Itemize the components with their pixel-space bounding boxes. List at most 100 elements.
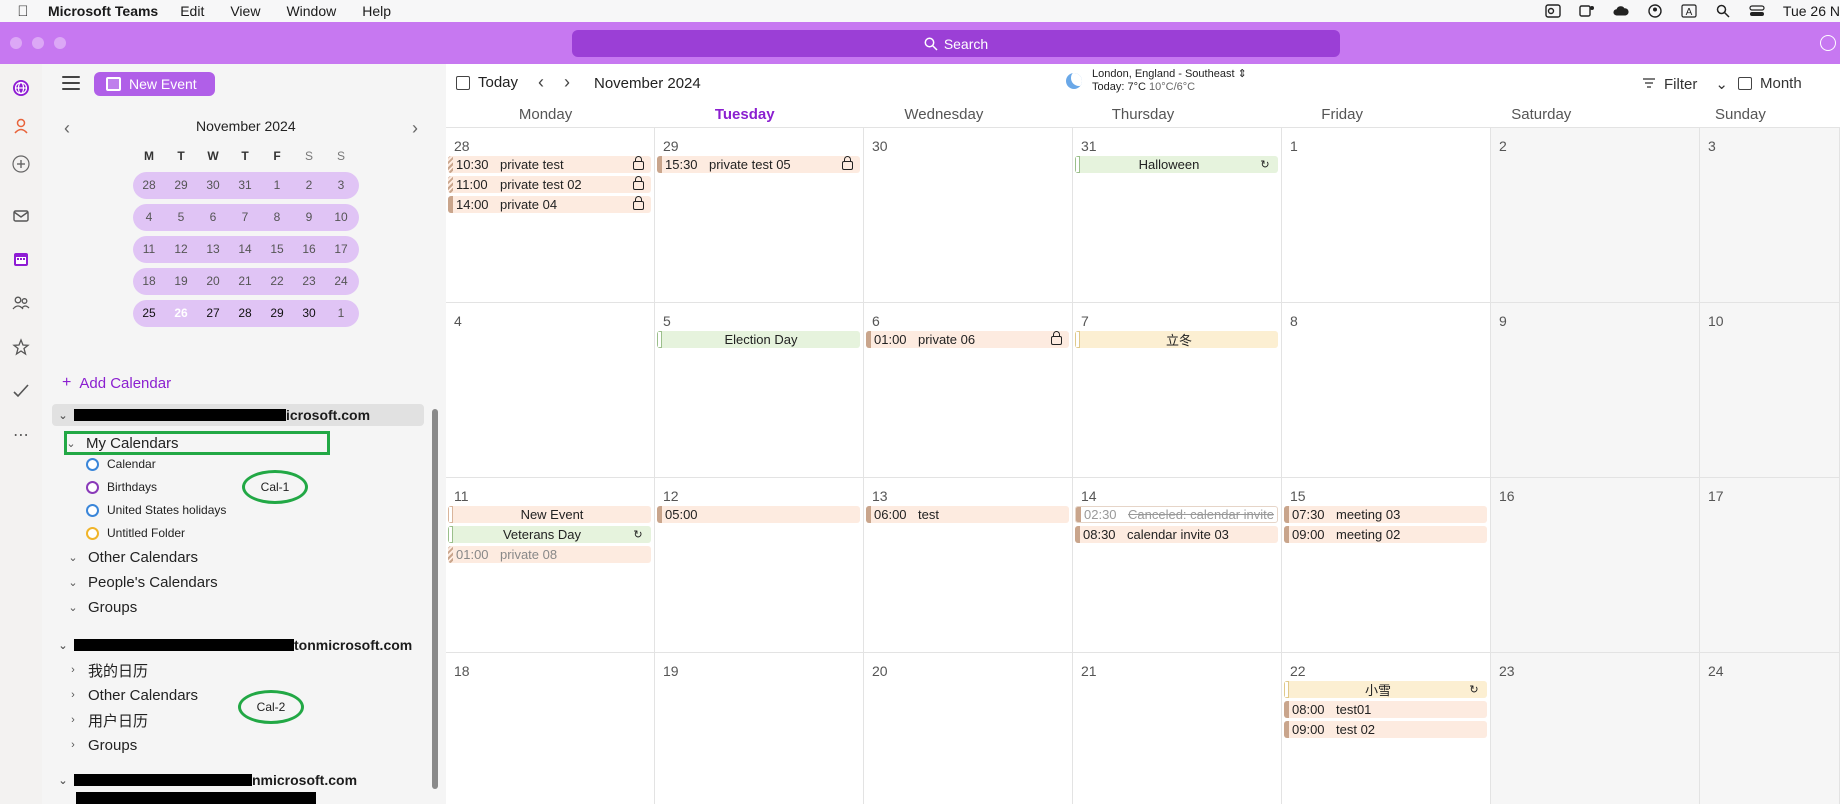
day-cell[interactable]: 10 [1700,303,1840,478]
minimize-window-button[interactable] [32,37,44,49]
day-cell[interactable]: 7 立冬 [1073,303,1282,478]
calendar-event[interactable]: 01:00 private 08 [448,546,651,563]
day-cell[interactable]: 31 Halloween ↻ [1073,128,1282,303]
menu-help[interactable]: Help [362,3,391,19]
mini-calendar-day[interactable]: 29 [165,172,197,199]
menu-view[interactable]: View [230,3,260,19]
search-input[interactable]: Search [572,30,1340,57]
mini-calendar-day[interactable]: 25 [133,300,165,327]
mini-calendar-day[interactable]: 15 [261,236,293,263]
calendar-event[interactable]: 小雪 ↻ [1284,681,1487,698]
calendar-event[interactable]: 02:30 Canceled: calendar invite [1075,506,1278,523]
user-calendar-cn-group[interactable]: › 用户日历 [64,709,148,731]
day-cell[interactable]: 21 [1073,653,1282,804]
mini-calendar-day[interactable]: 30 [293,300,325,327]
day-cell[interactable]: 17 [1700,478,1840,653]
my-calendar-cn-group[interactable]: › 我的日历 [64,659,148,681]
account-header-3[interactable]: ⌄ nmicrosoft.com [52,769,357,791]
mini-calendar-day[interactable]: 12 [165,236,197,263]
filter-button[interactable]: Filter ⌄ [1642,75,1728,93]
calendar-item-us-holidays[interactable]: United States holidays [86,500,226,520]
calendar-event[interactable]: 08:00 test01 [1284,701,1487,718]
day-cell[interactable]: 16 [1491,478,1700,653]
mini-calendar-day[interactable]: 19 [165,268,197,295]
mini-calendar-day[interactable]: 11 [133,236,165,263]
calendar-event[interactable]: 09:00 meeting 02 [1284,526,1487,543]
control-center-icon[interactable] [1749,4,1765,18]
calendar-event[interactable]: Halloween ↻ [1075,156,1278,173]
mini-calendar-prev-month-chevron-icon[interactable]: ‹ [64,118,70,139]
sidebar-scrollbar[interactable] [432,409,438,789]
mini-calendar-today[interactable]: 26 [165,298,197,329]
calendar-event[interactable]: 06:00 test [866,506,1069,523]
add-app-icon[interactable] [9,152,33,176]
mini-calendar-day[interactable]: 1 [261,172,293,199]
mini-calendar-day[interactable]: 1 [325,300,357,327]
mini-calendar-day[interactable]: 27 [197,300,229,327]
mini-calendar-next-month-chevron-icon[interactable]: › [412,118,418,139]
input-source-icon[interactable]: A [1681,4,1697,18]
mini-calendar-day[interactable]: 6 [197,204,229,231]
day-cell[interactable]: 6 01:00 private 06 [864,303,1073,478]
previous-month-chevron-icon[interactable]: ‹ [538,72,544,93]
day-cell[interactable]: 15 07:30 meeting 03 09:00 meeting 02 [1282,478,1491,653]
day-cell[interactable]: 8 [1282,303,1491,478]
calendar-event[interactable]: Veterans Day ↻ [448,526,651,543]
cloud-icon[interactable] [1613,4,1629,18]
mini-calendar-day[interactable]: 30 [197,172,229,199]
account-status-icon[interactable] [1820,35,1836,51]
mini-calendar-day[interactable]: 20 [197,268,229,295]
day-cell[interactable]: 4 [446,303,655,478]
add-calendar-button[interactable]: + Add Calendar [62,374,171,392]
my-calendars-group[interactable]: ⌄ My Calendars [62,432,178,454]
day-cell[interactable]: 28 10:30 private test 11:00 private test 02 1… [446,128,655,303]
calendar-event[interactable]: 立冬 [1075,331,1278,348]
mail-icon[interactable] [9,204,33,228]
calendar-event[interactable]: 08:30 calendar invite 03 [1075,526,1278,543]
calendar-event[interactable]: 09:00 test 02 [1284,721,1487,738]
spotlight-search-icon[interactable] [1715,4,1731,18]
day-cell[interactable]: 5 Election Day [655,303,864,478]
calendar-event[interactable]: 07:30 meeting 03 [1284,506,1487,523]
groups-group-2[interactable]: › Groups [64,734,137,756]
day-cell[interactable]: 22 小雪 ↻ 08:00 test01 09:00 test 02 [1282,653,1491,804]
mini-calendar-day[interactable]: 28 [133,172,165,199]
day-cell[interactable]: 23 [1491,653,1700,804]
other-calendars-group[interactable]: ⌄ Other Calendars [64,546,198,568]
day-cell[interactable]: 11 New Event Veterans Day ↻ 01:00 private 08 [446,478,655,653]
day-cell[interactable]: 14 02:30 Canceled: calendar invite 08:30 cal… [1073,478,1282,653]
mini-calendar-day[interactable]: 9 [293,204,325,231]
next-month-chevron-icon[interactable]: › [564,72,570,93]
mini-calendar-day[interactable]: 28 [229,300,261,327]
day-cell[interactable]: 13 06:00 test [864,478,1073,653]
mini-calendar-day[interactable]: 18 [133,268,165,295]
mini-calendar-day[interactable]: 16 [293,236,325,263]
mini-calendar-day[interactable]: 3 [325,172,357,199]
mini-calendar-day[interactable]: 7 [229,204,261,231]
calendar-event[interactable]: 01:00 private 06 [866,331,1069,348]
day-cell[interactable]: 29 15:30 private test 05 [655,128,864,303]
teams-status-icon[interactable] [1579,4,1595,18]
calendar-item-calendar[interactable]: Calendar [86,454,156,474]
close-window-button[interactable] [10,37,22,49]
apple-menu-icon[interactable]:  [12,3,34,20]
app-menu[interactable]: Microsoft Teams [48,3,158,19]
more-apps-icon[interactable]: ⋯ [9,423,33,447]
calendar-event[interactable]: 10:30 private test [448,156,651,173]
mini-calendar-day[interactable]: 22 [261,268,293,295]
mini-calendar-day[interactable]: 29 [261,300,293,327]
view-switcher-button[interactable]: Month [1738,75,1802,92]
day-cell[interactable]: 30 [864,128,1073,303]
day-cell[interactable]: 18 [446,653,655,804]
mini-calendar-day[interactable]: 4 [133,204,165,231]
day-cell[interactable]: 19 [655,653,864,804]
calendar-event[interactable]: 05:00 [657,506,860,523]
calendar-item-birthdays[interactable]: Birthdays [86,477,157,497]
calendar-event[interactable]: 11:00 private test 02 [448,176,651,193]
today-button[interactable]: Today [456,74,518,91]
mini-calendar-day[interactable]: 13 [197,236,229,263]
mini-calendar-day[interactable]: 17 [325,236,357,263]
mini-calendar-day[interactable]: 5 [165,204,197,231]
calendar-event[interactable]: Election Day [657,331,860,348]
day-cell[interactable]: 12 05:00 [655,478,864,653]
